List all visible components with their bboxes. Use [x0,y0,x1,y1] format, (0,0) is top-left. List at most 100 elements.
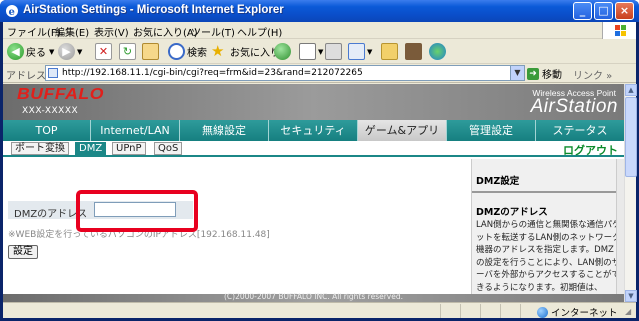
nav-admin[interactable]: 管理設定 [447,120,536,141]
mail-dropdown-icon: ▼ [318,47,324,56]
discuss-button[interactable] [381,42,400,61]
search-button[interactable]: 検索 [168,42,207,61]
nav-wireless[interactable]: 無線設定 [180,120,269,141]
refresh-icon: ↻ [119,43,136,60]
go-button[interactable]: ➜ 移動 [527,66,562,81]
security-zone: インターネット [537,305,618,319]
menu-file[interactable]: ファイル(F) [7,24,61,39]
address-url: http://192.168.11.1/cgi-bin/cgi?req=frm&… [62,68,363,78]
messenger-button[interactable] [429,42,448,61]
svg-text:e: e [9,7,15,18]
page-content: BUFFALO XXX-XXXXX Wireless Access Point … [3,84,624,302]
ie-icon: e [6,5,18,18]
browser-body: ファイル(F) 編集(E) 表示(V) お気に入り(A) ツール(T) ヘルプ(… [3,22,637,319]
nav-security[interactable]: セキュリティ [269,120,358,141]
search-label: 検索 [187,48,207,59]
subnav-upnp[interactable]: UPnP [112,142,146,155]
buffalo-logo: BUFFALO [17,86,104,103]
annotation-highlight-box [76,190,198,232]
logout-link[interactable]: ログアウト [563,142,618,158]
help-title: DMZ設定 [476,176,520,187]
apply-button[interactable]: 設定 [8,245,38,259]
close-button[interactable]: × [615,2,634,20]
back-dropdown-icon: ▼ [49,47,55,56]
nav-status[interactable]: ステータス [536,120,624,141]
header-banner: BUFFALO XXX-XXXXX Wireless Access Point … [3,84,624,120]
mail-icon [299,43,316,60]
minimize-button[interactable]: _ [573,2,592,20]
main-nav: TOP Internet/LAN 無線設定 セキュリティ ゲーム&アプリ 管理設… [3,120,624,141]
windows-logo-icon [602,22,636,39]
stop-button[interactable]: ✕ [95,42,114,61]
refresh-button[interactable]: ↻ [119,42,138,61]
back-arrow-icon: ◀ [7,43,24,60]
nav-internet-lan[interactable]: Internet/LAN [91,120,180,141]
address-dropdown-icon[interactable]: ▼ [510,66,524,80]
research-button[interactable] [405,42,424,61]
home-button[interactable] [142,42,161,61]
page-scrollbar[interactable]: ▲ ▼ [624,84,637,302]
favorites-button[interactable]: ★ お気に入り [211,42,280,61]
menu-edit[interactable]: 編集(E) [55,24,89,39]
product-name: AirStation [530,96,618,117]
forward-dropdown-icon: ▼ [77,47,83,56]
back-button[interactable]: ◀ 戻る ▼ [7,42,54,61]
subnav-qos[interactable]: QoS [154,142,183,155]
toolbar: ◀ 戻る ▼ ▶ ▼ ✕ ↻ 検索 ★ お気に入り ▼ ▼ [3,39,636,64]
copyright: (C)2000-2007 BUFFALO INC. All rights res… [223,292,403,301]
back-label: 戻る [26,48,46,59]
menu-favorites[interactable]: お気に入り(A) [133,24,198,39]
scroll-down-icon[interactable]: ▼ [625,290,637,302]
mail-button[interactable]: ▼ [299,42,323,61]
address-bar: アドレス(D) http://192.168.11.1/cgi-bin/cgi?… [3,64,636,83]
resize-grip-icon[interactable]: ◢ [625,307,635,317]
footer: (C)2000-2007 BUFFALO INC. All rights res… [3,292,624,302]
help-text: LAN側からの通信と無関係な通信パケットを転送するLAN側のネットワーク機器のア… [476,220,621,293]
search-icon [168,43,185,60]
edit-button[interactable]: ▼ [348,42,372,61]
messenger-icon [429,43,446,60]
zone-label: インターネット [551,308,618,319]
folder-icon [381,43,398,60]
nav-top[interactable]: TOP [3,120,91,141]
status-cell [460,304,480,318]
help-divider [472,191,624,193]
browser-window: e AirStation Settings - Microsoft Intern… [0,0,639,321]
home-icon [142,43,159,60]
title-bar[interactable]: e AirStation Settings - Microsoft Intern… [0,0,639,22]
edit-icon [348,43,365,60]
page-icon [48,68,58,78]
settings-panel: DMZのアドレス ※WEB設定を行っているパソコンのIPアドレス[192.168… [3,159,471,302]
favorites-label: お気に入り [230,48,280,59]
go-label: 移動 [542,70,562,81]
status-cell [520,304,535,318]
subnav-port-forwarding[interactable]: ポート変換 [11,142,69,155]
subnav-dmz[interactable]: DMZ [75,142,107,155]
history-icon [274,43,291,60]
model-name: XXX-XXXXX [22,106,79,116]
edit-dropdown-icon: ▼ [367,47,373,56]
scroll-up-icon[interactable]: ▲ [625,84,637,96]
menu-tools[interactable]: ツール(T) [191,24,235,39]
menu-help[interactable]: ヘルプ(H) [237,24,282,39]
history-button[interactable] [274,42,293,61]
print-button[interactable] [325,42,344,61]
forward-button[interactable]: ▶ ▼ [58,42,82,61]
sub-nav: ポート変換 DMZ UPnP QoS ログアウト [3,141,624,157]
menu-view[interactable]: 表示(V) [94,24,129,39]
scroll-thumb[interactable] [625,97,637,177]
help-subtitle: DMZのアドレス [476,207,548,218]
address-input[interactable]: http://192.168.11.1/cgi-bin/cgi?req=frm&… [45,65,525,81]
menu-bar: ファイル(F) 編集(E) 表示(V) お気に入り(A) ツール(T) ヘルプ(… [3,22,636,39]
status-cell [500,304,520,318]
stop-icon: ✕ [95,43,112,60]
research-icon [405,43,422,60]
status-bar: インターネット ◢ [3,302,636,319]
links-button[interactable]: リンク » [573,67,612,82]
star-icon: ★ [211,42,225,60]
go-arrow-icon: ➜ [527,67,539,80]
help-scrollbar[interactable] [616,159,624,302]
nav-game-apps[interactable]: ゲーム&アプリ [358,120,447,141]
status-cell [480,304,500,318]
maximize-button[interactable]: □ [594,2,613,20]
